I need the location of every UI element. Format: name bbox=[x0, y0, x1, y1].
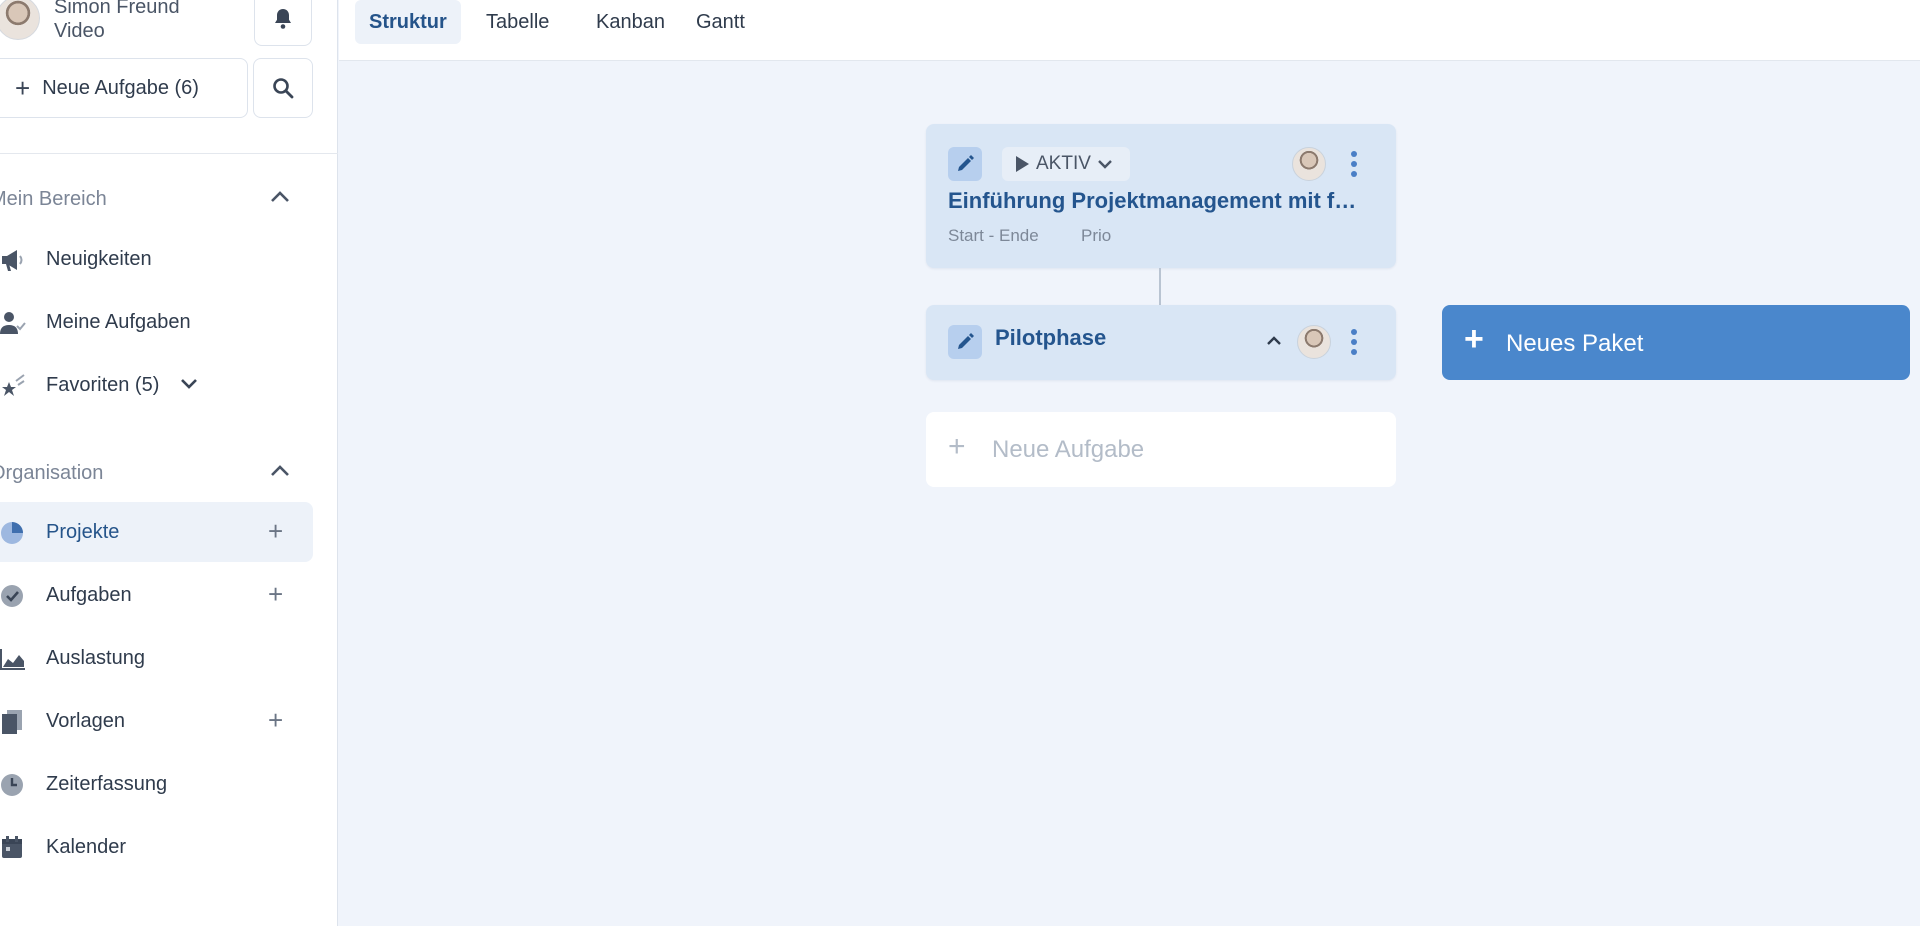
section-organisation[interactable]: Organisation bbox=[0, 462, 290, 492]
sidebar-item-kalender[interactable]: Kalender bbox=[0, 817, 313, 877]
user-avatar bbox=[0, 0, 40, 40]
tab-tabelle[interactable]: Tabelle bbox=[472, 0, 563, 44]
assignee-avatar[interactable] bbox=[1292, 147, 1326, 181]
search-icon bbox=[273, 78, 294, 99]
sidebar-item-neuigkeiten[interactable]: Neuigkeiten bbox=[0, 229, 313, 289]
sidebar-item-label: Neuigkeiten bbox=[46, 247, 152, 270]
add-task-button[interactable]: + bbox=[268, 581, 283, 607]
project-title[interactable]: Einführung Projektmanagement mit f… bbox=[948, 188, 1388, 214]
project-dates[interactable]: Start - Ende bbox=[948, 226, 1039, 246]
chevron-up-icon[interactable] bbox=[1266, 335, 1282, 347]
calendar-icon bbox=[2, 836, 22, 858]
kebab-dot bbox=[1351, 339, 1357, 345]
sidebar-item-label: Vorlagen bbox=[46, 709, 125, 732]
sidebar-item-aufgaben[interactable]: Aufgaben + bbox=[0, 565, 313, 625]
pencil-icon bbox=[958, 155, 974, 171]
sidebar-item-projekte[interactable]: Projekte + bbox=[0, 502, 313, 562]
check-circle-icon bbox=[1, 585, 23, 607]
edit-project-button[interactable] bbox=[948, 147, 982, 181]
section-my-area-label: Mein Bereich bbox=[0, 188, 107, 210]
sidebar-item-label: Auslastung bbox=[46, 646, 145, 669]
chevron-down-icon[interactable] bbox=[180, 377, 198, 391]
add-template-button[interactable]: + bbox=[268, 707, 283, 733]
new-task-placeholder[interactable]: + Neue Aufgabe bbox=[926, 412, 1396, 487]
sidebar-item-meine-aufgaben[interactable]: Meine Aufgaben bbox=[0, 292, 313, 352]
status-dropdown[interactable]: AKTIV bbox=[1002, 147, 1130, 181]
area-chart-icon bbox=[0, 649, 25, 670]
phase-title[interactable]: Pilotphase bbox=[995, 325, 1106, 351]
plus-icon: + bbox=[15, 73, 31, 103]
plus-icon: + bbox=[948, 430, 966, 463]
search-button[interactable] bbox=[253, 58, 313, 118]
sidebar-item-label: Kalender bbox=[46, 835, 127, 858]
sidebar-item-label: Projekte bbox=[46, 520, 120, 543]
clock-icon bbox=[1, 774, 23, 796]
new-task-button[interactable]: + Neue Aufgabe (6) bbox=[0, 58, 248, 118]
play-icon bbox=[1016, 156, 1029, 172]
new-task-placeholder-label: Neue Aufgabe bbox=[992, 436, 1145, 463]
sidebar-item-zeiterfassung[interactable]: Zeiterfassung bbox=[0, 754, 313, 814]
kebab-dot bbox=[1351, 171, 1357, 177]
sidebar: Simon Freund Video + Neue Aufgabe (6) Me… bbox=[0, 0, 338, 926]
sidebar-item-vorlagen[interactable]: Vorlagen + bbox=[0, 691, 313, 751]
edit-phase-button[interactable] bbox=[948, 325, 982, 359]
add-project-button[interactable]: + bbox=[268, 518, 283, 544]
bell-icon bbox=[275, 9, 291, 29]
sidebar-item-label: Zeiterfassung bbox=[46, 772, 168, 795]
view-tabs-bar: Struktur Tabelle Kanban Gantt bbox=[339, 0, 1920, 61]
kebab-icon bbox=[1351, 329, 1357, 335]
tab-kanban[interactable]: Kanban bbox=[582, 0, 679, 44]
user-name: Simon Freund bbox=[54, 0, 180, 18]
section-organisation-label: Organisation bbox=[0, 462, 104, 484]
plus-icon: + bbox=[1464, 320, 1484, 358]
sidebar-item-label: Aufgaben bbox=[46, 583, 132, 606]
project-priority[interactable]: Prio bbox=[1081, 226, 1111, 246]
sidebar-divider bbox=[0, 153, 338, 154]
user-check-icon bbox=[0, 312, 26, 334]
star-icon bbox=[2, 374, 25, 396]
chevron-up-icon bbox=[271, 191, 289, 202]
chevron-down-icon bbox=[1098, 160, 1112, 169]
project-card[interactable]: AKTIV Einführung Projektmanagement mit f… bbox=[926, 124, 1396, 268]
tab-struktur[interactable]: Struktur bbox=[355, 0, 461, 44]
new-package-button[interactable]: + Neues Paket bbox=[1442, 305, 1910, 380]
documents-icon bbox=[2, 710, 22, 734]
megaphone-icon bbox=[2, 250, 23, 271]
kebab-dot bbox=[1351, 161, 1357, 167]
chevron-up-icon bbox=[271, 465, 289, 476]
notifications-button[interactable] bbox=[254, 0, 312, 46]
tab-gantt[interactable]: Gantt bbox=[682, 0, 759, 44]
sidebar-item-auslastung[interactable]: Auslastung bbox=[0, 628, 313, 688]
sidebar-item-favoriten[interactable]: Favoriten (5) bbox=[0, 355, 313, 415]
pie-chart-icon bbox=[1, 522, 23, 544]
status-label: AKTIV bbox=[1036, 153, 1091, 174]
kebab-icon bbox=[1351, 151, 1357, 157]
phase-card[interactable]: Pilotphase bbox=[926, 305, 1396, 380]
more-options-button[interactable] bbox=[1350, 329, 1358, 355]
user-subtitle: Video bbox=[54, 20, 105, 42]
kebab-dot bbox=[1351, 349, 1357, 355]
new-package-label: Neues Paket bbox=[1506, 330, 1644, 357]
more-options-button[interactable] bbox=[1350, 151, 1358, 177]
tree-connector bbox=[1159, 268, 1161, 305]
new-task-label: Neue Aufgabe (6) bbox=[42, 76, 199, 99]
sidebar-item-label: Favoriten (5) bbox=[46, 373, 160, 396]
sidebar-item-label: Meine Aufgaben bbox=[46, 310, 191, 333]
section-my-area[interactable]: Mein Bereich bbox=[0, 188, 290, 218]
pencil-icon bbox=[958, 333, 974, 349]
assignee-avatar[interactable] bbox=[1297, 325, 1331, 359]
